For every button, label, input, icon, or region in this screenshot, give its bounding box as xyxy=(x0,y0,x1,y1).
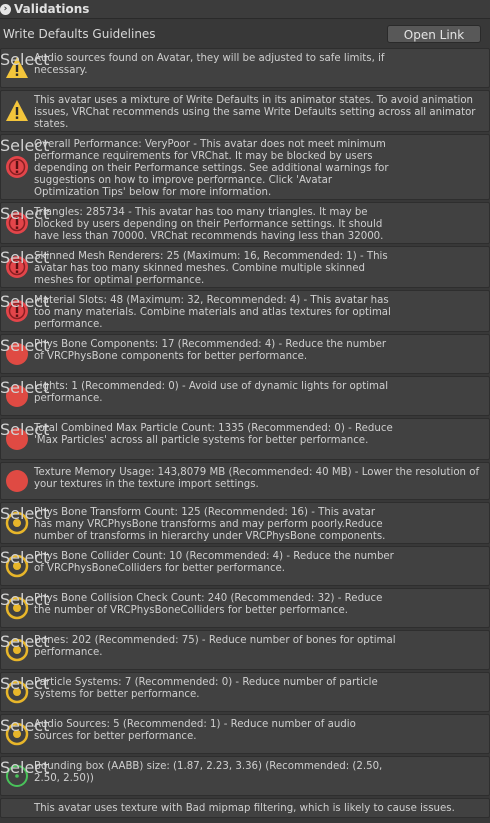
select-button[interactable]: Select xyxy=(0,136,49,155)
validation-item: Texture Memory Usage: 143,8079 MB (Recom… xyxy=(0,462,490,500)
validation-item: Overall Performance: VeryPoor - This ava… xyxy=(0,134,490,200)
select-button[interactable]: Select xyxy=(0,336,49,355)
validation-item: Skinned Mesh Renderers: 25 (Maximum: 16,… xyxy=(0,246,490,288)
error-icon xyxy=(5,155,29,179)
select-button[interactable]: Select xyxy=(0,292,49,311)
select-button[interactable]: Select xyxy=(0,204,49,223)
validation-message: Phys Bone Collider Count: 10 (Recommende… xyxy=(34,551,394,574)
validation-message: Skinned Mesh Renderers: 25 (Maximum: 16,… xyxy=(34,251,388,286)
validation-message: This avatar uses a mixture of Write Defa… xyxy=(34,95,476,130)
select-button[interactable]: Select xyxy=(0,420,49,439)
validation-message: Texture Memory Usage: 143,8079 MB (Recom… xyxy=(34,467,480,490)
validation-message: Particle Systems: 7 (Recommended: 0) - R… xyxy=(34,677,378,700)
very-poor-rating-icon xyxy=(5,469,29,493)
select-button[interactable]: Select xyxy=(0,674,49,693)
validation-item: Audio sources found on Avatar, they will… xyxy=(0,48,490,88)
select-button[interactable]: Select xyxy=(0,590,49,609)
select-button[interactable]: Select xyxy=(0,632,49,651)
validation-item: Phys Bone Transform Count: 125 (Recommen… xyxy=(0,502,490,544)
validation-item: Material Slots: 48 (Maximum: 32, Recomme… xyxy=(0,290,490,332)
info-icon xyxy=(5,799,29,823)
open-link-button[interactable]: Open Link xyxy=(387,25,481,43)
validation-message: Phys Bone Collision Check Count: 240 (Re… xyxy=(34,593,383,616)
select-button[interactable]: Select xyxy=(0,716,49,735)
select-button[interactable]: Select xyxy=(0,548,49,567)
validation-item: Audio Sources: 5 (Recommended: 1) - Redu… xyxy=(0,714,490,754)
validation-item: Lights: 1 (Recommended: 0) - Avoid use o… xyxy=(0,376,490,416)
select-button[interactable]: Select xyxy=(0,248,49,267)
warning-triangle-icon xyxy=(5,99,29,123)
validation-message: Triangles: 285734 - This avatar has too … xyxy=(34,207,384,242)
select-button[interactable]: Select xyxy=(0,504,49,523)
validation-message: Lights: 1 (Recommended: 0) - Avoid use o… xyxy=(34,381,389,404)
validations-header[interactable]: › Validations xyxy=(0,0,490,19)
validation-item: Total Combined Max Particle Count: 1335 … xyxy=(0,418,490,460)
foldout-arrow-icon[interactable]: › xyxy=(0,3,11,15)
validation-message: This avatar uses texture with Bad mipmap… xyxy=(34,803,455,814)
validation-item: Bounding box (AABB) size: (1.87, 2.23, 3… xyxy=(0,756,490,796)
validation-message: Phys Bone Transform Count: 125 (Recommen… xyxy=(34,507,386,542)
validation-item: Phys Bone Collider Count: 10 (Recommende… xyxy=(0,546,490,586)
validation-message: Overall Performance: VeryPoor - This ava… xyxy=(34,139,389,198)
validation-message: Audio sources found on Avatar, they will… xyxy=(34,53,385,76)
select-button[interactable]: Select xyxy=(0,378,49,397)
validation-message: Material Slots: 48 (Maximum: 32, Recomme… xyxy=(34,295,391,330)
validation-item: This avatar uses a mixture of Write Defa… xyxy=(0,90,490,132)
validation-message: Phys Bone Components: 17 (Recommended: 4… xyxy=(34,339,387,362)
validation-item: This avatar uses texture with Bad mipmap… xyxy=(0,798,490,818)
select-button[interactable]: Select xyxy=(0,50,49,69)
write-defaults-row: Write Defaults Guidelines Open Link xyxy=(0,23,490,45)
validation-message: Audio Sources: 5 (Recommended: 1) - Redu… xyxy=(34,719,356,742)
validation-message: Total Combined Max Particle Count: 1335 … xyxy=(34,423,393,446)
validation-item: Phys Bone Components: 17 (Recommended: 4… xyxy=(0,334,490,374)
validation-message: Bones: 202 (Recommended: 75) - Reduce nu… xyxy=(34,635,396,658)
validation-item: Triangles: 285734 - This avatar has too … xyxy=(0,202,490,244)
panel-title: Validations xyxy=(14,2,90,16)
validation-item: Phys Bone Collision Check Count: 240 (Re… xyxy=(0,588,490,628)
select-button[interactable]: Select xyxy=(0,758,49,777)
validation-item: Particle Systems: 7 (Recommended: 0) - R… xyxy=(0,672,490,712)
validation-item: Bones: 202 (Recommended: 75) - Reduce nu… xyxy=(0,630,490,670)
validation-message: Bounding box (AABB) size: (1.87, 2.23, 3… xyxy=(34,761,383,784)
